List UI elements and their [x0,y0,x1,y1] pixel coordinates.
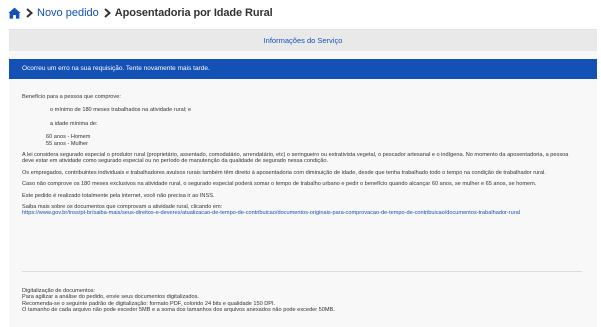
docs-link[interactable]: https://www.gov.br/inss/pt-br/saiba-mais… [22,210,520,216]
chevron-right-icon [25,8,34,18]
paragraph: A lei considera segurado especial o prod… [22,152,569,165]
paragraph: Caso não comprove os 180 meses exclusivo… [22,181,537,188]
digitalization-line: O tamanho de cada arquivo não pode exced… [22,307,335,314]
error-alert: Ocorreu um erro na sua requisição. Tente… [9,59,597,79]
breadcrumb-link-novo-pedido[interactable]: Novo pedido [37,7,99,19]
chevron-right-icon [103,8,112,18]
home-icon[interactable] [8,7,21,19]
paragraph: Os empregados, contribuintes individuais… [22,169,546,176]
breadcrumb-current: Aposentadoria por Idade Rural [114,7,273,19]
section-divider [22,271,582,272]
digitalization-section: Digitalização de documentos: Para agiliz… [22,288,582,314]
panel-title: Informações do Serviço [9,30,597,51]
service-description: Benefício para a pessoa que comprove: o … [22,94,582,217]
breadcrumb: Novo pedido Aposentadoria por Idade Rura… [8,4,273,22]
